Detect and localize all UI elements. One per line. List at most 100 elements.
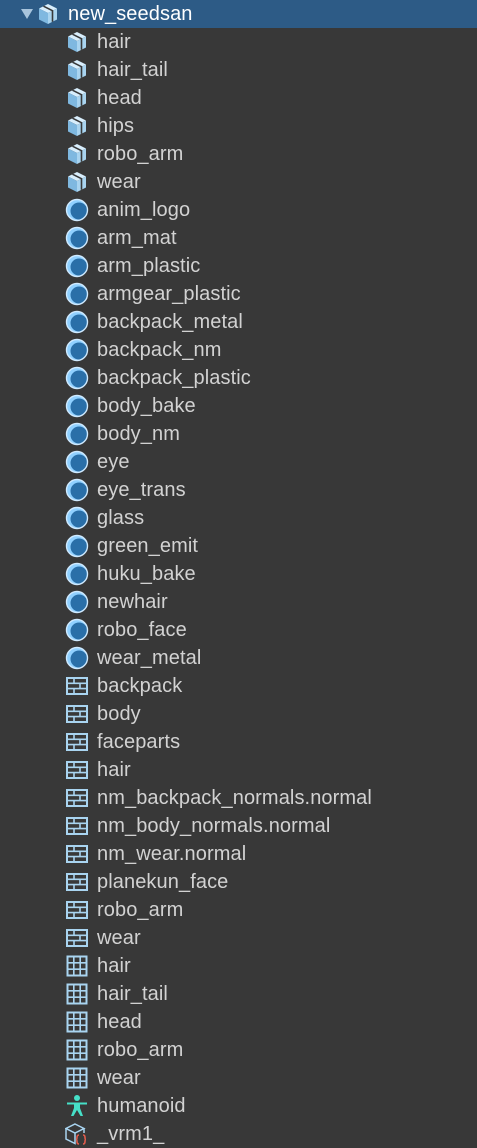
tree-item-label: head [97, 87, 142, 109]
tree-root-item[interactable]: new_seedsan [0, 0, 477, 28]
tree-item[interactable]: body [0, 700, 477, 728]
tree-item-label: arm_mat [97, 227, 177, 249]
tree-item-label: backpack_nm [97, 339, 222, 361]
tree-item-label: planekun_face [97, 871, 229, 893]
tree-item-label: robo_arm [97, 899, 184, 921]
tree-item[interactable]: arm_plastic [0, 252, 477, 280]
tree-item[interactable]: backpack_metal [0, 308, 477, 336]
texture-icon [65, 898, 89, 922]
tree-item[interactable]: robo_arm [0, 1036, 477, 1064]
material-icon [65, 338, 89, 362]
tree-item-label: faceparts [97, 731, 181, 753]
mesh-icon [65, 1010, 89, 1034]
material-icon [65, 310, 89, 334]
tree-item[interactable]: green_emit [0, 532, 477, 560]
tree-item-label: body_nm [97, 423, 180, 445]
texture-icon [65, 702, 89, 726]
script-object-icon [65, 1122, 89, 1146]
texture-icon [65, 786, 89, 810]
expand-arrow-icon[interactable] [18, 0, 36, 28]
texture-icon [65, 870, 89, 894]
tree-item[interactable]: wear [0, 1064, 477, 1092]
tree-item-label: backpack_metal [97, 311, 243, 333]
texture-icon [65, 758, 89, 782]
material-icon [65, 282, 89, 306]
tree-item[interactable]: arm_mat [0, 224, 477, 252]
tree-item[interactable]: hair_tail [0, 980, 477, 1008]
material-icon [65, 198, 89, 222]
material-icon [65, 590, 89, 614]
tree-item-label: arm_plastic [97, 255, 201, 277]
tree-item[interactable]: wear [0, 168, 477, 196]
texture-icon [65, 730, 89, 754]
tree-item[interactable]: humanoid [0, 1092, 477, 1120]
tree-item-label: eye [97, 451, 130, 473]
tree-item-label: wear [97, 1067, 141, 1089]
tree-item[interactable]: hair [0, 952, 477, 980]
tree-item[interactable]: nm_wear.normal [0, 840, 477, 868]
tree-item-label: body_bake [97, 395, 196, 417]
material-icon [65, 478, 89, 502]
tree-item[interactable]: hair [0, 756, 477, 784]
tree-item[interactable]: body_bake [0, 392, 477, 420]
tree-item-label: newhair [97, 591, 168, 613]
tree-item-label: huku_bake [97, 563, 196, 585]
tree-item[interactable]: hair_tail [0, 56, 477, 84]
tree-item[interactable]: backpack_plastic [0, 364, 477, 392]
tree-item[interactable]: hips [0, 112, 477, 140]
tree-item-label: hair_tail [97, 59, 168, 81]
material-icon [65, 422, 89, 446]
tree-item[interactable]: eye [0, 448, 477, 476]
tree-item[interactable]: nm_backpack_normals.normal [0, 784, 477, 812]
tree-item-label: anim_logo [97, 199, 191, 221]
tree-item-label: eye_trans [97, 479, 186, 501]
tree-children: hair hair_tail head hips robo_arm wear anim_lo… [0, 28, 477, 1148]
material-icon [65, 226, 89, 250]
tree-item[interactable]: body_nm [0, 420, 477, 448]
tree-item[interactable]: huku_bake [0, 560, 477, 588]
tree-item-label: nm_backpack_normals.normal [97, 787, 372, 809]
tree-item-label: body [97, 703, 141, 725]
tree-item-label: armgear_plastic [97, 283, 241, 305]
tree-item-label: hair [97, 759, 131, 781]
tree-item-label: hair [97, 31, 131, 53]
tree-item-label: backpack [97, 675, 183, 697]
prefab-icon [36, 2, 60, 26]
material-icon [65, 506, 89, 530]
tree-item[interactable]: planekun_face [0, 868, 477, 896]
prefab-icon [65, 58, 89, 82]
tree-item[interactable]: hair [0, 28, 477, 56]
mesh-icon [65, 982, 89, 1006]
tree-item[interactable]: wear_metal [0, 644, 477, 672]
tree-item[interactable]: nm_body_normals.normal [0, 812, 477, 840]
tree-item[interactable]: backpack_nm [0, 336, 477, 364]
tree-item[interactable]: newhair [0, 588, 477, 616]
tree-item-label: nm_wear.normal [97, 843, 247, 865]
tree-item-label: green_emit [97, 535, 199, 557]
tree-item[interactable]: robo_face [0, 616, 477, 644]
texture-icon [65, 842, 89, 866]
tree-item[interactable]: robo_arm [0, 896, 477, 924]
tree-item-label: wear_metal [97, 647, 202, 669]
tree-item-label: glass [97, 507, 145, 529]
tree-item[interactable]: faceparts [0, 728, 477, 756]
prefab-icon [65, 86, 89, 110]
material-icon [65, 646, 89, 670]
texture-icon [65, 674, 89, 698]
tree-item-label: robo_arm [97, 143, 184, 165]
tree-item[interactable]: armgear_plastic [0, 280, 477, 308]
material-icon [65, 534, 89, 558]
tree-item-label: wear [97, 927, 141, 949]
material-icon [65, 394, 89, 418]
tree-item[interactable]: head [0, 84, 477, 112]
tree-item[interactable]: glass [0, 504, 477, 532]
tree-item[interactable]: anim_logo [0, 196, 477, 224]
tree-item[interactable]: _vrm1_ [0, 1120, 477, 1148]
material-icon [65, 254, 89, 278]
tree-item[interactable]: eye_trans [0, 476, 477, 504]
material-icon [65, 366, 89, 390]
tree-item[interactable]: wear [0, 924, 477, 952]
tree-item[interactable]: head [0, 1008, 477, 1036]
tree-item[interactable]: robo_arm [0, 140, 477, 168]
tree-item[interactable]: backpack [0, 672, 477, 700]
